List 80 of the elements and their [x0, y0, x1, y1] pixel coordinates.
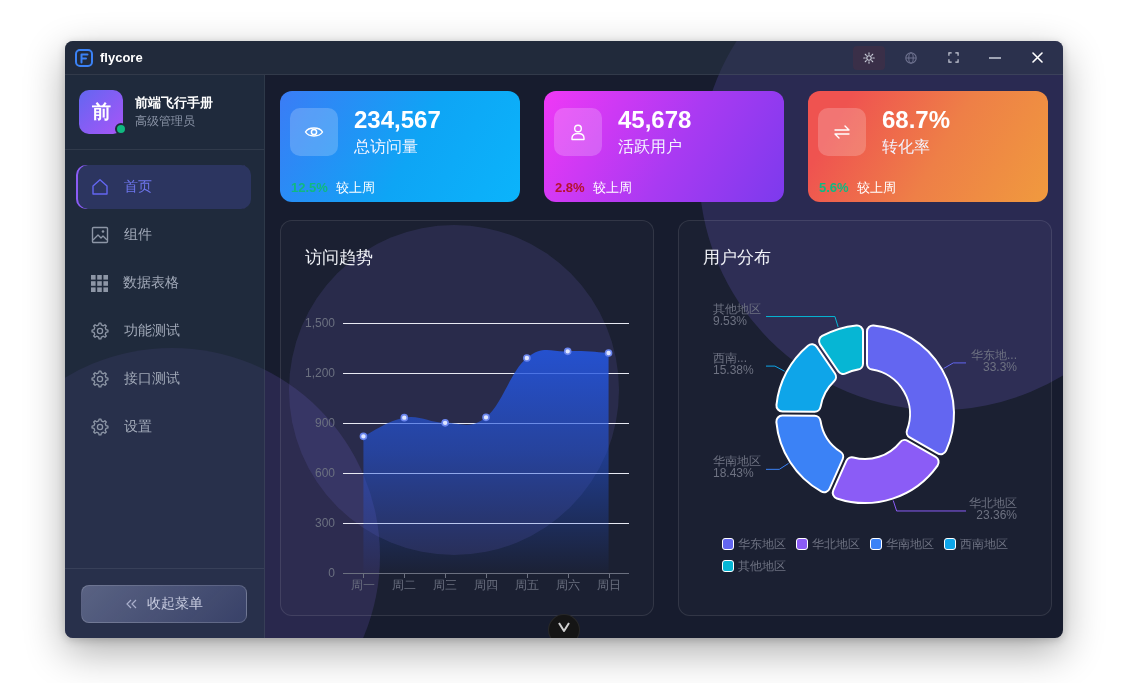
stat-value: 68.7%	[882, 106, 951, 134]
user-role: 高级管理员	[135, 114, 196, 129]
chart-title: 用户分布	[702, 247, 772, 269]
legend-label: 华东地区	[738, 535, 786, 553]
stat-change: 5.6%	[819, 179, 849, 197]
avatar: 前	[79, 90, 123, 134]
slice-percent: 15.38%	[713, 363, 754, 378]
stat-label: 转化率	[882, 137, 931, 157]
chevron-down-icon	[558, 622, 570, 632]
data-point	[359, 432, 368, 441]
data-point	[563, 347, 572, 356]
y-axis-label: 1,200	[304, 366, 335, 380]
stat-value: 45,678	[618, 106, 692, 134]
close-icon	[1031, 52, 1043, 63]
logo-icon	[75, 48, 93, 67]
x-axis-label: 周四	[474, 578, 498, 592]
slice-label: 西南...	[713, 351, 747, 366]
data-point	[604, 349, 613, 357]
y-axis-label: 300	[314, 516, 335, 530]
y-axis-label: 0	[328, 566, 335, 580]
globe-icon	[905, 51, 917, 64]
x-axis-label: 周日	[596, 578, 621, 592]
nav-item[interactable]: 数据表格	[76, 261, 251, 305]
nav-item[interactable]: 首页	[76, 165, 251, 209]
user-name: 前端飞行手册	[135, 95, 213, 111]
x-axis-label: 周五	[514, 578, 539, 592]
stat-value: 234,567	[354, 106, 441, 134]
legend-label: 华北地区	[812, 535, 860, 553]
stat-comparison: 较上周	[592, 179, 632, 197]
y-axis-label: 600	[314, 466, 335, 480]
data-point	[482, 413, 490, 422]
stat-change: 2.8%	[555, 179, 585, 197]
x-axis-label: 周三	[433, 578, 458, 592]
x-axis-label: 周六	[555, 578, 580, 592]
user-icon	[554, 108, 602, 156]
home-icon	[91, 178, 109, 196]
legend-label: 其他地区	[738, 557, 786, 575]
data-point	[441, 419, 449, 427]
image-icon	[91, 226, 109, 244]
slice-label: 华南地区	[713, 454, 761, 469]
nav-item[interactable]: 设置	[76, 405, 251, 449]
sun-icon	[863, 51, 875, 64]
gear-icon	[91, 370, 109, 388]
slice-percent: 18.43%	[713, 466, 754, 481]
data-point	[523, 354, 531, 362]
stat-label: 总访问量	[354, 137, 419, 157]
swap-arrows-icon	[818, 108, 866, 156]
stat-comparison: 较上周	[856, 179, 896, 197]
slice-label: 华东地...	[971, 347, 1017, 362]
grid-icon	[91, 274, 108, 292]
slice-percent: 33.3%	[982, 359, 1017, 374]
gear-icon	[91, 322, 109, 340]
legend-label: 西南地区	[960, 535, 1008, 553]
y-axis-label: 1,500	[304, 316, 335, 330]
x-axis-label: 周二	[392, 578, 417, 592]
nav-item[interactable]: 接口测试	[76, 357, 251, 401]
stat-label: 活跃用户	[618, 137, 683, 157]
slice-label: 华北地区	[969, 495, 1017, 510]
minimize-icon	[989, 56, 1001, 59]
leader-line	[765, 365, 786, 372]
stat-change: 12.5%	[291, 179, 328, 197]
y-axis-label: 900	[314, 416, 335, 430]
slice-percent: 23.36%	[976, 507, 1017, 522]
app-name: flycore	[100, 50, 143, 65]
nav-item[interactable]: 组件	[76, 213, 251, 257]
scroll-down-button[interactable]	[548, 614, 580, 638]
collapse-menu-button[interactable]: 收起菜单	[81, 585, 247, 623]
legend-label: 华南地区	[886, 535, 934, 553]
data-point	[400, 413, 409, 422]
fullscreen-icon	[947, 52, 959, 63]
slice-label: 其他地区	[713, 301, 761, 316]
nav-item[interactable]: 功能测试	[76, 309, 251, 353]
theme-button[interactable]	[853, 45, 885, 70]
double-chevron-left-icon	[125, 599, 137, 609]
leader-line	[765, 462, 790, 470]
gear-icon	[91, 418, 109, 436]
eye-icon	[290, 108, 338, 156]
chart-title: 访问趋势	[304, 247, 374, 269]
leader-line	[943, 362, 967, 369]
stat-comparison: 较上周	[335, 179, 375, 197]
